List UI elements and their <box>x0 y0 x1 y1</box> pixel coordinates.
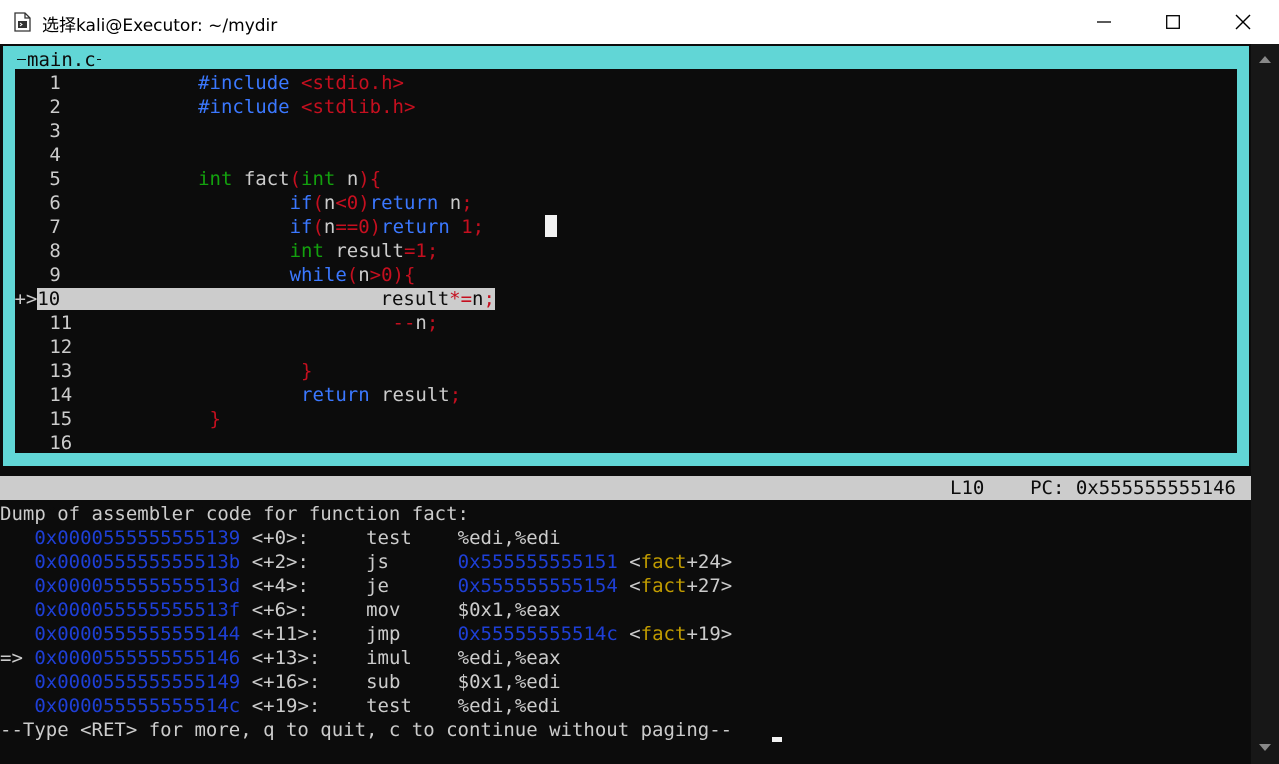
maximize-button[interactable] <box>1138 0 1208 44</box>
maximize-icon <box>1166 15 1180 29</box>
source-window-label: main.c <box>26 49 97 71</box>
source-line: 6 if(n<0)return n; <box>49 192 473 214</box>
source-line: 5 int fact(int n){ <box>49 168 382 190</box>
source-line: 3 <box>49 120 61 142</box>
source-line: 12 <box>49 336 73 358</box>
minimize-button[interactable] <box>1069 0 1139 44</box>
current-source-line: B+>10 result*=n; <box>15 287 495 311</box>
source-line: 4 <box>49 144 61 166</box>
breakpoint-marker: B+> <box>15 288 38 310</box>
line-and-pc: L10 PC: 0x555555555146 <box>950 477 1236 499</box>
terminal-cursor <box>772 737 782 742</box>
terminal-app-icon <box>14 12 31 32</box>
source-window-frame: main.c 1 #include <stdio.h> 2 #include <… <box>3 46 1249 466</box>
asm-line: 0x0000555555555144 <+11>: jmp 0x55555555… <box>34 623 733 645</box>
scroll-down-icon[interactable] <box>1259 744 1271 751</box>
source-code-view[interactable]: 1 #include <stdio.h> 2 #include <stdlib.… <box>15 69 1237 453</box>
source-line: 8 int result=1; <box>49 240 439 262</box>
source-line: 2 #include <stdlib.h> <box>49 96 416 118</box>
source-line: 9 while(n>0){ <box>49 264 416 286</box>
window-title: 选择kali@Executor: ~/mydir <box>42 16 278 36</box>
pager-prompt: --Type <RET> for more, q to quit, c to c… <box>0 719 733 741</box>
asm-line: 0x000055555555513b <+2>: js 0x5555555551… <box>34 551 733 573</box>
scroll-up-icon[interactable] <box>1259 56 1271 63</box>
minimize-icon <box>1097 21 1111 23</box>
text-cursor <box>545 215 557 237</box>
terminal-scrollbar[interactable] <box>1251 44 1279 764</box>
close-button[interactable] <box>1208 0 1278 44</box>
source-line: 15 } <box>49 408 221 430</box>
source-line: 11 --n; <box>49 312 439 334</box>
asm-line: 0x0000555555555149 <+16>: sub $0x1,%edi <box>34 671 561 693</box>
close-icon <box>1235 14 1251 30</box>
gdb-status-bar: native process 130 In: fact L10 PC: 0x55… <box>0 476 1251 523</box>
source-line: 16 <box>49 432 73 453</box>
asm-line: 0x000055555555513d <+4>: je 0x5555555551… <box>34 575 733 597</box>
window-titlebar[interactable]: 选择kali@Executor: ~/mydir <box>0 0 1279 44</box>
asm-line: 0x000055555555513f <+6>: mov $0x1,%eax <box>34 599 561 621</box>
terminal-area[interactable]: main.c 1 #include <stdio.h> 2 #include <… <box>0 44 1251 764</box>
asm-line: 0x000055555555514c <+19>: test %edi,%edi <box>34 695 561 717</box>
source-line: 1 #include <stdio.h> <box>49 72 404 94</box>
asm-line: 0x0000555555555139 <+0>: test %edi,%edi <box>34 527 561 549</box>
source-line: 7 if(n==0)return 1; <box>49 216 485 238</box>
disassembly-header: Dump of assembler code for function fact… <box>0 503 469 525</box>
source-line: 14 return result; <box>49 384 462 406</box>
source-line: 13 } <box>49 360 313 382</box>
pc-arrow: => <box>0 647 23 669</box>
current-asm-line: => 0x0000555555555146 <+13>: imul %edi,%… <box>0 647 561 669</box>
